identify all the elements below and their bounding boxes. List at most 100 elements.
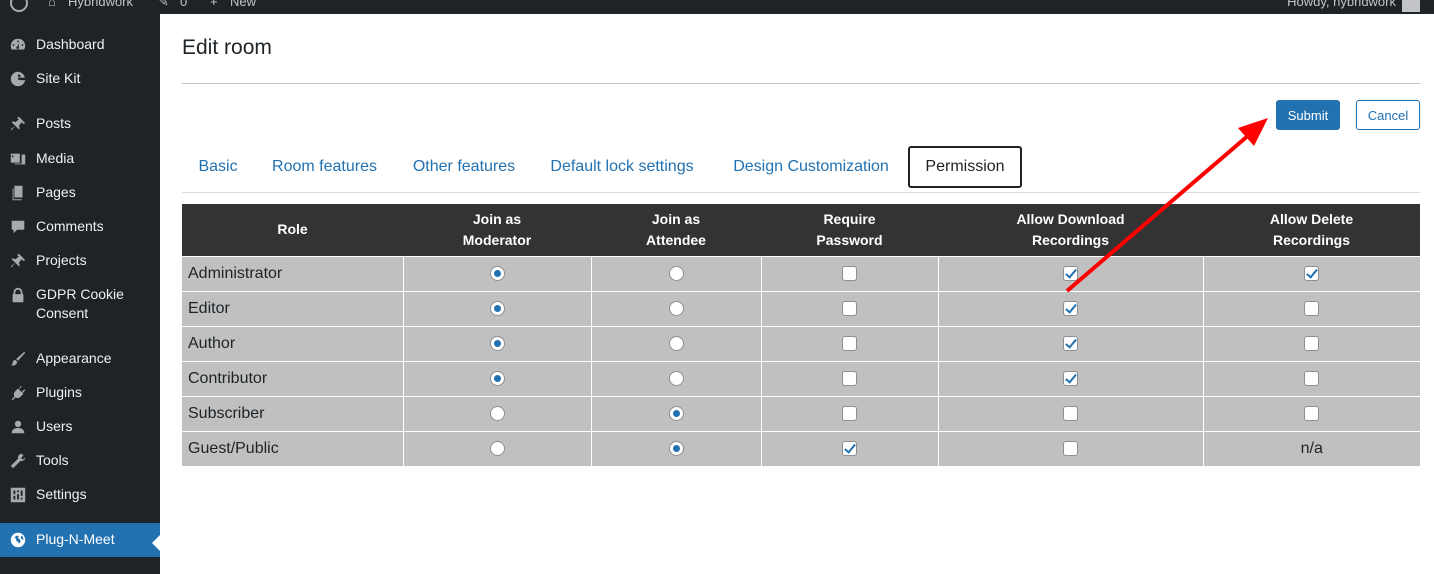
join-as-attendee-radio[interactable] <box>668 265 684 281</box>
table-cell <box>937 255 1203 291</box>
require-password-checkbox[interactable] <box>842 265 857 281</box>
sidebar-item-label: GDPR Cookie Consent <box>36 286 124 321</box>
require-password-checkbox[interactable] <box>842 441 857 457</box>
join-as-moderator-radio[interactable] <box>489 405 505 421</box>
sidebar-item-label: Users <box>36 418 73 434</box>
plus-icon[interactable]: + <box>210 0 218 10</box>
sidebar-item-label: Tools <box>36 452 69 468</box>
table-cell <box>1202 325 1420 361</box>
tab-other-features[interactable]: Other features <box>398 146 530 188</box>
submit-button[interactable]: Submit <box>1276 100 1340 130</box>
join-as-attendee-radio[interactable] <box>668 441 684 457</box>
tab-permission[interactable]: Permission <box>908 146 1022 188</box>
sidebar-item-appearance[interactable]: Appearance <box>0 349 160 368</box>
join-as-attendee-radio[interactable] <box>668 335 684 351</box>
table-cell <box>590 325 761 361</box>
pin-icon <box>0 251 36 270</box>
allow-download-checkbox[interactable] <box>1063 370 1078 386</box>
tab-basic[interactable]: Basic <box>182 146 254 188</box>
table-row: Editor <box>182 290 1420 326</box>
sidebar-item-gdpr-cookie-consent[interactable]: GDPR Cookie Consent <box>0 285 160 323</box>
table-cell <box>937 430 1203 466</box>
admin-bar-greeting[interactable]: Howdy, hybridwork <box>1287 0 1396 10</box>
sidebar-item-pages[interactable]: Pages <box>0 183 160 202</box>
lock-icon <box>0 285 36 304</box>
allow-download-checkbox[interactable] <box>1063 335 1078 351</box>
admin-bar: ⌂ Hybridwork ✎ 0 + New Howdy, hybridwork <box>0 0 1434 14</box>
sidebar-item-label: Comments <box>36 218 104 234</box>
admin-bar-comments-count[interactable]: 0 <box>180 0 187 10</box>
column-header-join-as-attendee: Join as Attendee <box>591 204 761 256</box>
join-as-moderator-radio[interactable] <box>489 265 505 281</box>
tab-default-lock-settings[interactable]: Default lock settings <box>540 146 704 188</box>
role-name: Editor <box>182 290 403 326</box>
sidebar-item-plugins[interactable]: Plugins <box>0 383 160 402</box>
join-as-attendee-radio[interactable] <box>668 370 684 386</box>
role-name: Contributor <box>182 360 403 396</box>
allow-delete-checkbox[interactable] <box>1304 405 1320 421</box>
sidebar-item-posts[interactable]: Posts <box>0 114 160 133</box>
admin-sidebar: Dashboard Site Kit Posts Media Pages Com… <box>0 14 160 574</box>
globe-icon <box>0 530 36 549</box>
table-cell <box>937 395 1203 431</box>
join-as-moderator-radio[interactable] <box>489 335 505 351</box>
brush-icon <box>0 349 36 368</box>
table-row: Author <box>182 325 1420 361</box>
sidebar-item-tools[interactable]: Tools <box>0 451 160 470</box>
require-password-checkbox[interactable] <box>842 405 857 421</box>
sidebar-item-projects[interactable]: Projects <box>0 251 160 270</box>
allow-delete-checkbox[interactable] <box>1304 335 1320 351</box>
join-as-moderator-radio[interactable] <box>489 370 505 386</box>
table-cell <box>937 325 1203 361</box>
table-header-row: Role Join as Moderator Join as Attendee … <box>182 204 1420 256</box>
allow-delete-checkbox[interactable] <box>1304 265 1320 281</box>
table-cell <box>937 360 1203 396</box>
sidebar-item-settings[interactable]: Settings <box>0 485 160 504</box>
sidebar-item-label: Projects <box>36 252 87 268</box>
join-as-attendee-radio[interactable] <box>668 300 684 316</box>
plugin-icon <box>0 383 36 402</box>
admin-bar-site-name[interactable]: Hybridwork <box>68 0 133 10</box>
allow-download-checkbox[interactable] <box>1063 441 1078 457</box>
settings-icon <box>0 485 36 504</box>
sidebar-item-plug-n-meet[interactable]: Plug-N-Meet <box>0 523 160 557</box>
require-password-checkbox[interactable] <box>842 300 857 316</box>
join-as-moderator-radio[interactable] <box>489 300 505 316</box>
require-password-checkbox[interactable] <box>842 370 857 386</box>
admin-bar-new[interactable]: New <box>230 0 256 10</box>
google-g-icon <box>0 69 36 88</box>
allow-delete-checkbox[interactable] <box>1304 300 1320 316</box>
join-as-moderator-radio[interactable] <box>489 441 505 457</box>
allow-delete-checkbox[interactable] <box>1304 370 1320 386</box>
tab-design-customization[interactable]: Design Customization <box>724 146 898 188</box>
cancel-button[interactable]: Cancel <box>1356 100 1420 130</box>
sidebar-item-label: Media <box>36 150 75 166</box>
table-cell <box>590 430 761 466</box>
wordpress-logo-icon[interactable] <box>10 0 28 12</box>
sidebar-item-label: Plugins <box>36 384 82 400</box>
admin-bar-home-icon[interactable]: ⌂ <box>48 0 56 10</box>
tab-room-features[interactable]: Room features <box>262 146 387 188</box>
column-header-require-password: Require Password <box>761 204 938 256</box>
sidebar-item-label: Dashboard <box>36 36 105 52</box>
table-cell <box>590 395 761 431</box>
sidebar-item-media[interactable]: Media <box>0 149 160 168</box>
allow-download-checkbox[interactable] <box>1063 265 1078 281</box>
table-cell <box>937 290 1203 326</box>
sidebar-item-comments[interactable]: Comments <box>0 217 160 236</box>
permissions-table: Role Join as Moderator Join as Attendee … <box>182 204 1420 466</box>
avatar[interactable] <box>1402 0 1420 12</box>
join-as-attendee-radio[interactable] <box>668 405 684 421</box>
require-password-checkbox[interactable] <box>842 335 857 351</box>
permissions-table-body: Administrator Editor Author Contributor Subs… <box>182 255 1420 466</box>
sidebar-item-dashboard[interactable]: Dashboard <box>0 35 160 54</box>
sidebar-item-users[interactable]: Users <box>0 417 160 436</box>
column-header-role: Role <box>182 204 403 256</box>
sidebar-item-site-kit[interactable]: Site Kit <box>0 69 160 88</box>
sidebar-item-label: Posts <box>36 115 72 131</box>
allow-download-checkbox[interactable] <box>1063 300 1078 316</box>
comments-icon[interactable]: ✎ <box>158 0 169 10</box>
allow-download-checkbox[interactable] <box>1063 405 1078 421</box>
pages-icon <box>0 183 36 202</box>
sidebar-item-label: Settings <box>36 486 87 502</box>
